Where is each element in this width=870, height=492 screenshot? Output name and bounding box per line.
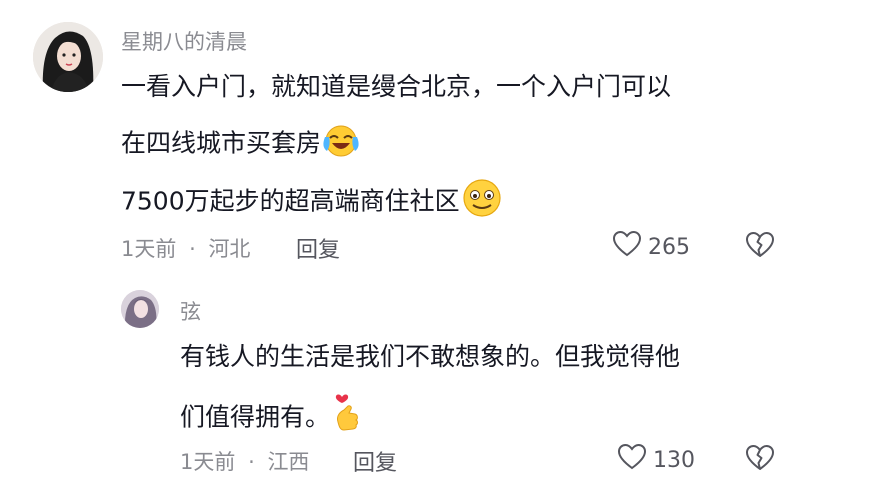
comment-meta: 1天前 · 河北	[121, 233, 250, 263]
like-count: 130	[653, 447, 695, 473]
reply-button[interactable]: 回复	[353, 445, 397, 477]
comment-text-line: 在四线城市买套房	[121, 121, 361, 168]
heart-icon	[612, 230, 642, 264]
finger-heart-emoji-icon	[330, 392, 364, 445]
reply-avatar[interactable]	[121, 290, 159, 328]
smiling-emoji-icon	[460, 178, 504, 227]
comment-text-line: 一看入户门，就知道是缦合北京，一个入户门可以	[121, 72, 672, 101]
comment-meta: 1天前 · 江西	[180, 446, 309, 476]
like-button[interactable]: 130	[617, 443, 695, 477]
commenter-username[interactable]: 星期八的清晨	[121, 26, 247, 56]
like-count: 265	[648, 234, 690, 260]
comment-time: 1天前	[121, 237, 177, 261]
reply-username[interactable]: 弦	[180, 296, 201, 326]
comment-time: 1天前	[180, 450, 236, 474]
meta-separator: ·	[248, 450, 255, 474]
comment-text-line: 7500万起步的超高端商住社区	[121, 178, 504, 227]
laughing-crying-emoji-icon	[321, 121, 361, 168]
meta-separator: ·	[189, 237, 196, 261]
comment-location: 江西	[267, 450, 310, 474]
commenter-avatar[interactable]	[33, 22, 103, 92]
reply-button[interactable]: 回复	[296, 232, 340, 264]
comment-text-line: 们值得拥有。	[180, 392, 364, 445]
broken-heart-icon	[745, 444, 775, 476]
dislike-button[interactable]	[745, 444, 775, 476]
like-button[interactable]: 265	[612, 230, 690, 264]
comment-text-line: 有钱人的生活是我们不敢想象的。但我觉得他	[180, 342, 681, 371]
broken-heart-icon	[745, 231, 775, 263]
heart-icon	[617, 443, 647, 477]
dislike-button[interactable]	[745, 231, 775, 263]
comment-location: 河北	[208, 237, 251, 261]
